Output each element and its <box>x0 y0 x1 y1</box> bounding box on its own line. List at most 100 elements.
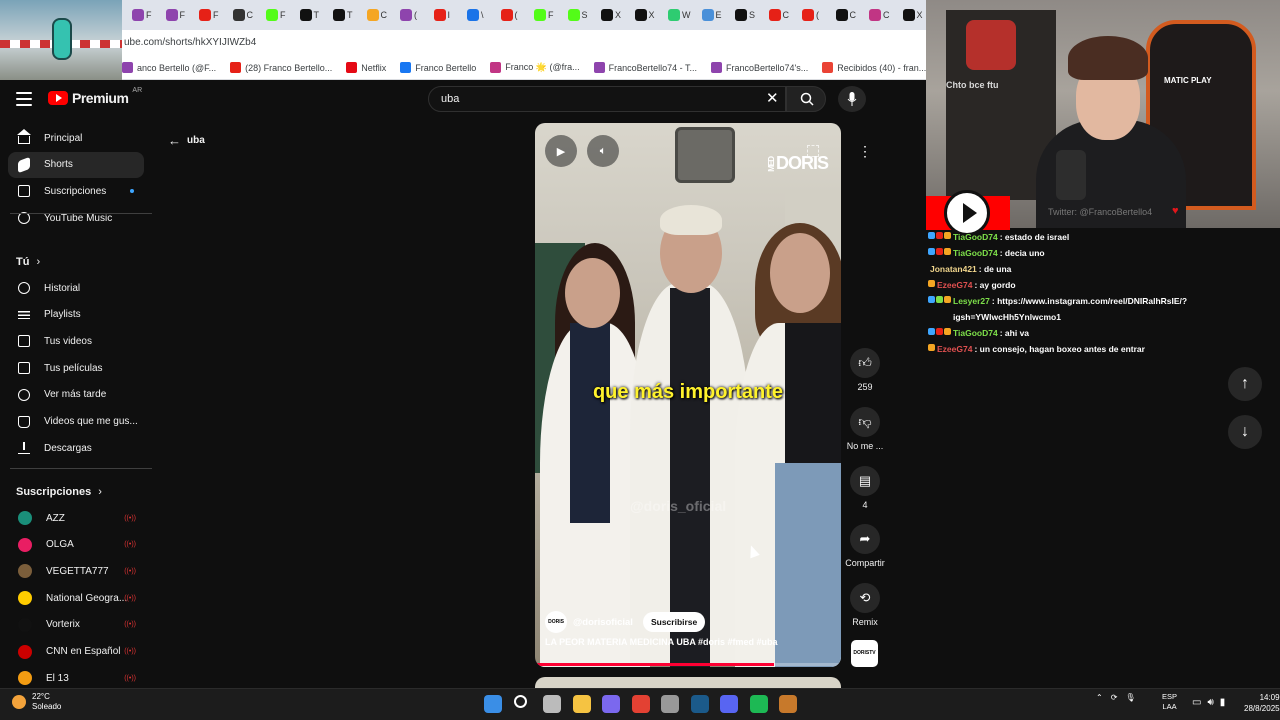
sidebar-item-suscripciones[interactable]: Suscripciones <box>8 178 144 204</box>
browser-tab[interactable]: E <box>701 7 730 23</box>
search-button[interactable] <box>786 86 826 112</box>
sidebar-item-label: Videos que me gus... <box>44 416 138 427</box>
badge-icon <box>944 296 951 303</box>
share-button[interactable]: ➦ Compartir <box>844 524 886 568</box>
sidebar-item-youtube-music[interactable]: YouTube Music <box>8 205 144 231</box>
fullscreen-button[interactable] <box>797 135 829 167</box>
bookmark[interactable]: Franco Bertello <box>400 62 476 73</box>
youtube-logo[interactable]: Premium AR <box>48 87 142 106</box>
task-view-icon[interactable] <box>543 695 561 713</box>
volume-tray-icon[interactable]: 🔊︎ <box>1207 697 1213 708</box>
subscriptions-section-title[interactable]: Suscripciones › <box>16 486 102 498</box>
obs-icon[interactable] <box>602 695 620 713</box>
channel-name[interactable]: @dorisoficial <box>573 617 633 628</box>
sidebar-item-playlists[interactable]: Playlists <box>8 302 144 328</box>
search-input[interactable]: uba <box>428 86 786 112</box>
browser-tab[interactable]: C <box>232 7 261 23</box>
windows-start-icon[interactable] <box>484 695 502 713</box>
clock[interactable]: 14:09 28/8/2025 <box>1244 692 1280 714</box>
browser-tab[interactable]: T <box>299 7 328 23</box>
subscription-item[interactable]: OLGA ((•)) <box>8 532 144 558</box>
back-arrow-icon: ← <box>168 133 181 148</box>
bookmark[interactable]: Franco 🌟 (@fra... <box>490 62 580 73</box>
menu-icon[interactable] <box>16 92 32 106</box>
subscription-item[interactable]: CNN en Español ((•)) <box>8 639 144 665</box>
sound-thumbnail[interactable]: DORISTV <box>851 640 878 667</box>
chevron-up-icon[interactable]: ⌃ <box>1096 693 1103 702</box>
browser-tab[interactable]: ( <box>400 7 428 23</box>
clear-search-icon[interactable]: ✕ <box>766 91 779 106</box>
sidebar-item-historial[interactable]: Historial <box>8 275 144 301</box>
play-button[interactable]: ▶ <box>545 135 577 167</box>
bookmark[interactable]: Recibidos (40) - fran... <box>822 62 926 73</box>
chrome-icon[interactable] <box>631 695 650 713</box>
sidebar-item-principal[interactable]: Principal <box>8 125 144 151</box>
browser-tab[interactable]: X <box>634 7 663 23</box>
subscription-item[interactable]: National Geogra... ((•)) <box>8 585 144 611</box>
previous-short-button[interactable]: ↑ <box>1228 367 1262 401</box>
spotify-icon[interactable] <box>749 695 768 713</box>
you-section-title[interactable]: Tú › <box>16 256 40 268</box>
subscription-item[interactable]: AZZ ((•)) <box>8 505 144 531</box>
volume-button[interactable]: 🔈︎ <box>587 135 619 167</box>
mic-tray-icon[interactable]: 🎙︎ <box>1125 693 1135 702</box>
browser-tab[interactable]: F <box>165 7 194 23</box>
bookmark[interactable]: (28) Franco Bertello... <box>230 62 332 73</box>
sidebar-item-tus-videos[interactable]: Tus videos <box>8 328 144 354</box>
browser-tab[interactable]: C <box>366 7 395 23</box>
browser-tab[interactable]: F <box>199 7 227 23</box>
battery-icon[interactable]: ▮ <box>1220 697 1226 708</box>
browser-tab[interactable]: C <box>835 7 864 23</box>
browser-tab[interactable]: C <box>768 7 797 23</box>
voice-search-button[interactable] <box>838 86 866 112</box>
sidebar-item-shorts[interactable]: Shorts <box>8 151 144 178</box>
browser-tab[interactable]: F <box>534 7 562 23</box>
browser-tab[interactable]: S <box>567 7 596 23</box>
next-short-button[interactable]: ↓ <box>1228 415 1262 449</box>
browser-tab[interactable]: ( <box>500 7 529 23</box>
back-to-results[interactable]: ← uba <box>168 133 205 148</box>
sidebar-item-ver-m-s-tarde[interactable]: Ver más tarde <box>8 382 144 408</box>
subscription-item[interactable]: Vorterix ((•)) <box>8 612 144 638</box>
app-icon[interactable] <box>661 695 679 713</box>
subscription-item[interactable]: VEGETTA777 ((•)) <box>8 558 144 584</box>
sidebar-item-tus-pel-culas[interactable]: Tus películas <box>8 355 144 381</box>
browser-tab[interactable]: \ <box>467 7 495 23</box>
video-progress-bar[interactable] <box>535 663 841 666</box>
sync-icon[interactable]: ⟳ <box>1111 693 1118 702</box>
browser-tab[interactable]: T <box>333 7 361 23</box>
browser-tab[interactable]: F <box>132 7 160 23</box>
search-icon[interactable] <box>513 695 527 708</box>
game-icon[interactable] <box>779 695 797 713</box>
network-icon[interactable]: ▭ <box>1192 697 1201 708</box>
bookmark[interactable]: FrancoBertello74's... <box>711 62 808 73</box>
chat-message: TiaGooD74: estado de israel <box>928 229 1204 245</box>
language-indicator[interactable]: ESP LAA <box>1162 692 1177 712</box>
comments-button[interactable]: ▤ 4 <box>844 466 886 510</box>
bookmark[interactable]: Netflix <box>346 62 386 73</box>
bookmark[interactable]: FrancoBertello74 - T... <box>593 62 697 73</box>
remix-button[interactable]: ⟲ Remix <box>844 583 886 627</box>
sidebar-item-descargas[interactable]: Descargas <box>8 435 144 461</box>
browser-tab[interactable]: C <box>869 7 897 23</box>
weather-widget[interactable]: 22°C Soleado <box>12 692 61 712</box>
browser-tab[interactable]: W <box>668 7 696 23</box>
steam-icon[interactable] <box>690 695 709 713</box>
address-bar[interactable]: ube.com/shorts/hkXYIJIWZb4 <box>122 30 926 56</box>
browser-tab[interactable]: X <box>601 7 629 23</box>
more-options-icon[interactable]: ⋮ <box>850 136 880 166</box>
video-description[interactable]: LA PEOR MATERIA MEDICINA UBA #doris #fme… <box>545 637 778 647</box>
bookmark[interactable]: anco Bertello (@F... <box>122 62 216 73</box>
browser-tab[interactable]: F <box>266 7 294 23</box>
sidebar-item-videos-que-me-gus[interactable]: Videos que me gus... <box>8 409 144 435</box>
dislike-button[interactable]: 👎︎ No me ... <box>844 407 886 451</box>
browser-tab[interactable]: S <box>735 7 763 23</box>
file-explorer-icon[interactable] <box>572 695 591 713</box>
like-button[interactable]: 👍︎ 259 <box>844 348 886 392</box>
browser-tab[interactable]: ( <box>802 7 830 23</box>
short-video-player[interactable]: MEDDORIS ▶ 🔈︎ que más importante @doris_… <box>535 123 841 667</box>
browser-tab[interactable]: I <box>433 7 462 23</box>
subscribe-button[interactable]: Suscribirse <box>642 612 706 632</box>
channel-avatar[interactable]: DORIS <box>545 611 567 633</box>
discord-icon[interactable] <box>720 695 738 713</box>
